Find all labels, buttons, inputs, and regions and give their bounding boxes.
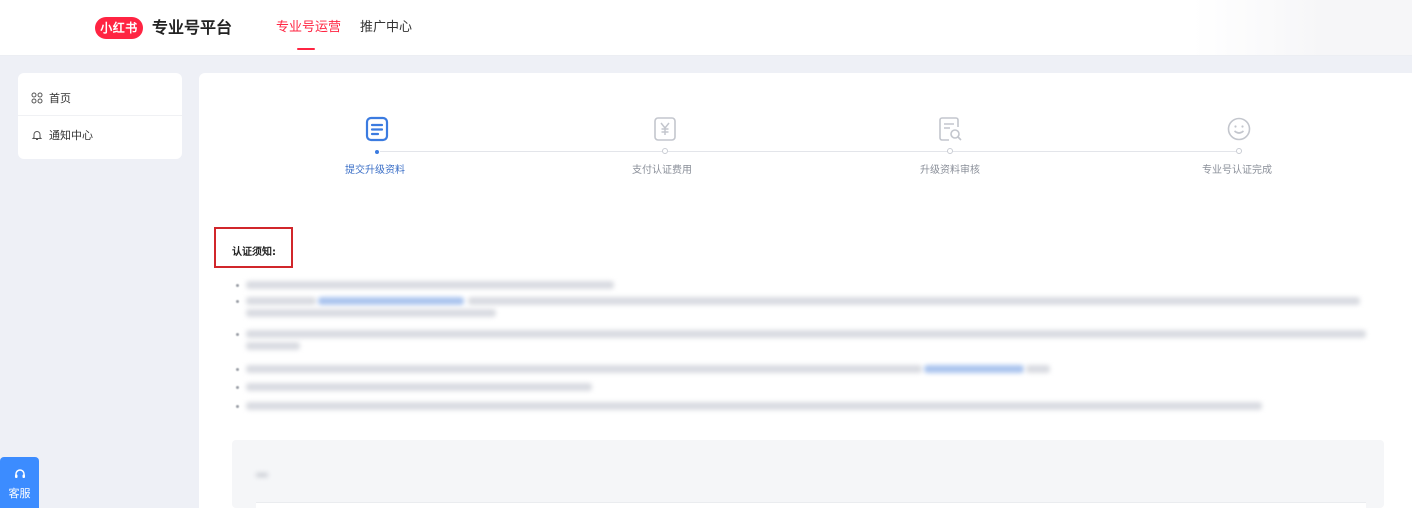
step-indicator-active [375, 150, 379, 154]
sidebar-item-notifications[interactable]: 通知中心 [18, 116, 182, 153]
nav-tab-promotion-center[interactable]: 推广中心 [360, 19, 412, 37]
step-indicator [662, 148, 668, 154]
customer-service-button[interactable]: 客服 [0, 457, 39, 508]
header-account-area [1192, 0, 1412, 55]
step-label-pay-fee: 支付认证费用 [632, 165, 692, 176]
xiaohongshu-logo[interactable]: 小红书 [95, 17, 143, 39]
step-connector [380, 151, 662, 152]
sidebar-menu: 首页 通知中心 [18, 73, 182, 159]
headset-icon [14, 469, 25, 478]
top-header: 小红书 专业号平台 专业号运营 推广中心 [0, 0, 1412, 56]
form-panel [232, 440, 1384, 508]
sidebar-item-label: 通知中心 [49, 128, 93, 142]
yuan-receipt-icon [654, 117, 676, 141]
sidebar-item-label: 首页 [49, 91, 71, 105]
step-connector [668, 151, 950, 152]
form-panel-text-blurred [256, 473, 268, 477]
step-label-review: 升级资料审核 [920, 165, 980, 176]
step-label-complete: 专业号认证完成 [1202, 165, 1272, 176]
bell-icon [31, 130, 43, 140]
step-indicator [947, 148, 953, 154]
smiley-icon [1227, 117, 1251, 141]
grid-icon [31, 92, 43, 103]
form-panel-inner [256, 502, 1366, 508]
step-connector [953, 151, 1236, 152]
step-indicator [1236, 148, 1242, 154]
notice-title: 认证须知: [232, 247, 276, 258]
document-icon [365, 116, 389, 142]
step-label-submit-materials: 提交升级资料 [345, 165, 405, 176]
nav-tab-pro-operations[interactable]: 专业号运营 [276, 19, 341, 37]
sidebar-item-home[interactable]: 首页 [18, 79, 182, 116]
nav-active-indicator [297, 48, 315, 50]
document-search-icon [939, 117, 962, 141]
platform-title: 专业号平台 [152, 18, 233, 37]
customer-service-label: 客服 [8, 487, 31, 500]
